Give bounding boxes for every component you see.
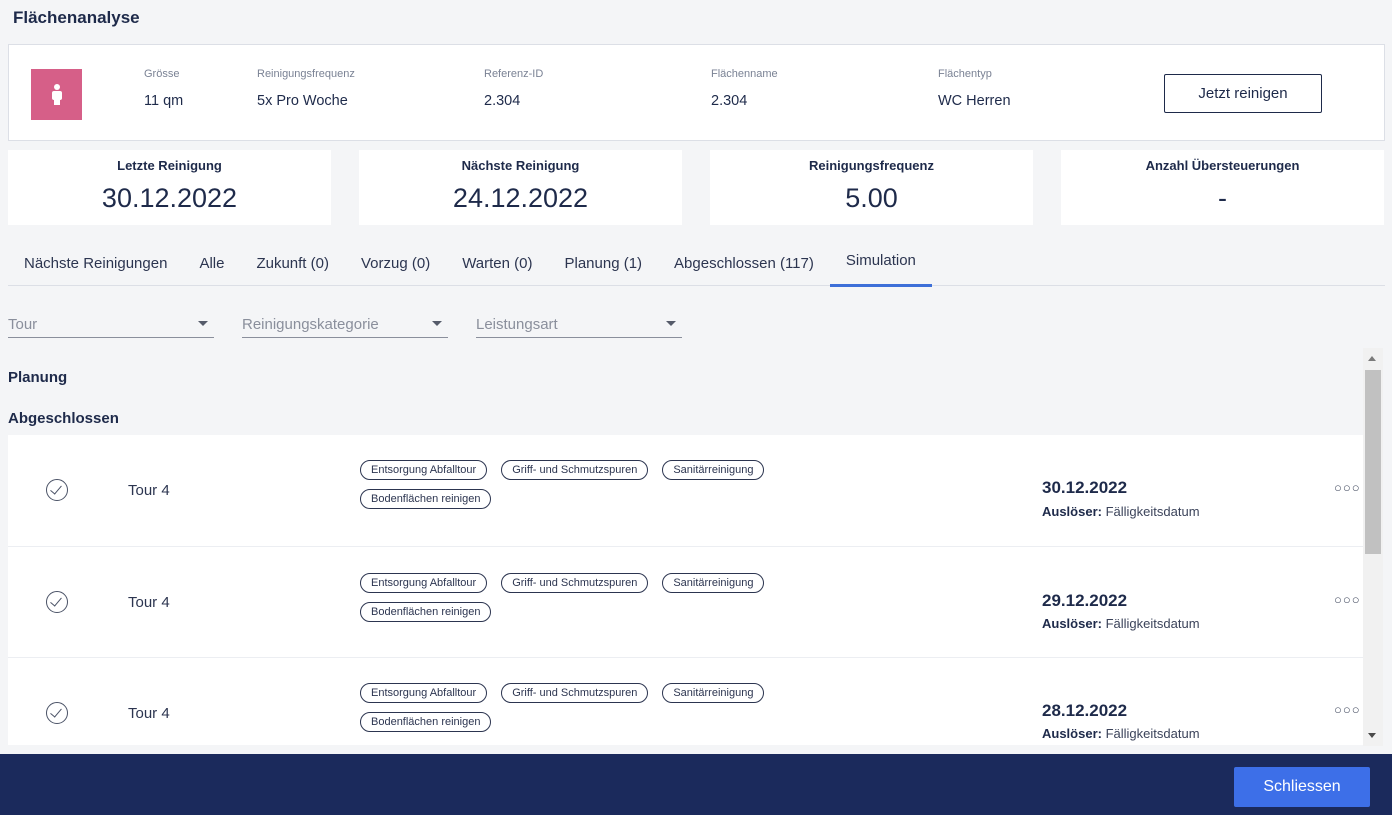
info-value: 2.304 — [484, 93, 521, 109]
trigger-label: Auslöser: — [1042, 726, 1102, 741]
tab-next-cleanings[interactable]: Nächste Reinigungen — [8, 240, 183, 286]
trigger-value: Fälligkeitsdatum — [1105, 504, 1200, 519]
trigger-value: Fälligkeitsdatum — [1105, 615, 1200, 631]
more-options-icon[interactable]: ○○○ — [1334, 480, 1361, 495]
stat-label: Nächste Reinigung — [461, 158, 580, 173]
tab-future[interactable]: Zukunft (0) — [240, 240, 345, 286]
list-item: Tour 4 Entsorgung Abfalltour Griff- und … — [8, 435, 1363, 547]
page-title: Flächenanalyse — [13, 8, 140, 27]
list-scrollbar[interactable] — [1363, 348, 1383, 746]
tag: Bodenflächen reinigen — [360, 712, 492, 732]
stat-label: Reinigungsfrequenz — [809, 158, 934, 173]
caret-down-icon — [198, 321, 208, 326]
tag: Sanitärreinigung — [662, 572, 765, 593]
tag: Griff- und Schmutzspuren — [501, 572, 649, 593]
more-options-icon[interactable]: ○○○ — [1334, 702, 1361, 717]
info-field-area-type: Flächentyp WC Herren — [938, 68, 1011, 109]
info-label: Flächenname — [711, 68, 778, 80]
caret-down-icon — [432, 321, 442, 326]
row-date: 28.12.2022 — [1042, 701, 1128, 720]
tab-bar: Nächste Reinigungen Alle Zukunft (0) Vor… — [8, 240, 1385, 287]
service-type-filter-select[interactable]: Leistungsart — [476, 310, 682, 338]
tag: Bodenflächen reinigen — [360, 489, 492, 509]
section-title-planning: Planung — [8, 369, 68, 386]
filter-label: Leistungsart — [476, 316, 558, 333]
tour-label: Tour 4 — [128, 705, 170, 722]
info-value: 2.304 — [711, 93, 748, 109]
trigger-label: Auslöser: — [1042, 504, 1102, 519]
row-trigger: Auslöser: Fälligkeitsdatum — [1042, 616, 1200, 631]
stat-card-next-cleaning: Nächste Reinigung 24.12.2022 — [359, 150, 682, 225]
tag: Sanitärreinigung — [662, 683, 765, 703]
info-label: Flächentyp — [938, 68, 992, 80]
trigger-value: Fälligkeitsdatum — [1105, 726, 1200, 741]
tour-label: Tour 4 — [128, 482, 170, 499]
tag: Griff- und Schmutzspuren — [501, 460, 649, 480]
stat-card-frequency: Reinigungsfrequenz 5.00 — [710, 150, 1033, 225]
stat-value: 5.00 — [845, 183, 898, 213]
caret-down-icon — [666, 321, 676, 326]
tag: Entsorgung Abfalltour — [360, 572, 488, 593]
stat-card-overrides: Anzahl Übersteuerungen - — [1061, 150, 1384, 225]
info-value: 11 qm — [144, 93, 184, 109]
footer-bar: Schliessen — [0, 754, 1392, 815]
info-field-size: Grösse 11 qm — [144, 68, 183, 109]
filter-label: Tour — [8, 316, 38, 333]
check-circle-icon — [46, 479, 68, 501]
check-circle-icon — [46, 590, 68, 613]
scroll-up-arrow-icon[interactable] — [1368, 356, 1376, 361]
trigger-label: Auslöser: — [1042, 615, 1102, 631]
person-icon — [51, 83, 62, 105]
scroll-down-arrow-icon[interactable] — [1368, 733, 1376, 738]
tour-filter-select[interactable]: Tour — [8, 310, 214, 338]
tag: Bodenflächen reinigen — [360, 601, 492, 622]
tab-planning[interactable]: Planung (1) — [548, 240, 658, 286]
list-item: Tour 4 Entsorgung Abfalltour Griff- und … — [8, 658, 1363, 745]
info-field-reference-id: Referenz-ID 2.304 — [484, 68, 543, 109]
stat-label: Letzte Reinigung — [117, 158, 222, 173]
stat-value: - — [1218, 183, 1227, 213]
tab-priority[interactable]: Vorzug (0) — [345, 240, 446, 286]
section-title-completed: Abgeschlossen — [8, 410, 119, 427]
area-info-card: Grösse 11 qm Reinigungsfrequenz 5x Pro W… — [8, 44, 1385, 141]
row-trigger: Auslöser: Fälligkeitsdatum — [1042, 726, 1200, 741]
more-options-icon[interactable]: ○○○ — [1334, 592, 1361, 607]
info-label: Referenz-ID — [484, 68, 544, 80]
list-item: Tour 4 Entsorgung Abfalltour Griff- und … — [8, 546, 1363, 658]
info-field-frequency: Reinigungsfrequenz 5x Pro Woche — [257, 68, 355, 109]
tour-label: Tour 4 — [128, 593, 170, 611]
cleaning-list: Tour 4 Entsorgung Abfalltour Griff- und … — [8, 435, 1363, 745]
stat-label: Anzahl Übersteuerungen — [1145, 158, 1300, 173]
tag: Sanitärreinigung — [662, 460, 765, 480]
category-filter-select[interactable]: Reinigungskategorie — [242, 310, 448, 338]
tag-list: Entsorgung Abfalltour Griff- und Schmutz… — [360, 460, 810, 509]
check-circle-icon — [46, 702, 68, 724]
info-label: Grösse — [144, 68, 180, 80]
row-trigger: Auslöser: Fälligkeitsdatum — [1042, 504, 1200, 519]
info-field-area-name: Flächenname 2.304 — [711, 68, 778, 109]
stat-value: 24.12.2022 — [452, 183, 589, 213]
avatar — [31, 69, 82, 120]
tag-list: Entsorgung Abfalltour Griff- und Schmutz… — [360, 572, 810, 622]
info-value: WC Herren — [938, 93, 1011, 109]
stat-value: 30.12.2022 — [101, 183, 238, 213]
filter-label: Reinigungskategorie — [242, 316, 379, 333]
info-value: 5x Pro Woche — [257, 93, 348, 109]
clean-now-button[interactable]: Jetzt reinigen — [1164, 74, 1322, 113]
close-button[interactable]: Schliessen — [1234, 767, 1370, 807]
tab-completed[interactable]: Abgeschlossen (117) — [658, 240, 830, 286]
tag: Entsorgung Abfalltour — [360, 683, 488, 703]
row-date: 30.12.2022 — [1042, 478, 1128, 497]
tag: Griff- und Schmutzspuren — [501, 683, 649, 703]
info-label: Reinigungsfrequenz — [257, 68, 355, 80]
tab-all[interactable]: Alle — [183, 240, 240, 286]
tab-simulation[interactable]: Simulation — [829, 240, 932, 287]
scrollbar-thumb[interactable] — [1365, 370, 1381, 554]
tag-list: Entsorgung Abfalltour Griff- und Schmutz… — [360, 683, 810, 732]
stat-card-last-cleaning: Letzte Reinigung 30.12.2022 — [8, 150, 331, 225]
tag: Entsorgung Abfalltour — [360, 460, 488, 480]
tab-waiting[interactable]: Warten (0) — [446, 240, 548, 286]
row-date: 29.12.2022 — [1042, 590, 1128, 610]
